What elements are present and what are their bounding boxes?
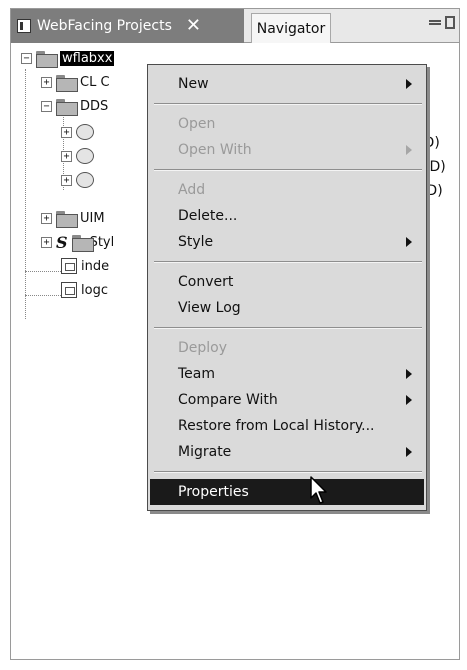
view-controls [429, 16, 455, 29]
menu-separator [154, 169, 422, 171]
menu-item-label: Style [178, 234, 214, 250]
menu-item-properties[interactable]: Properties [150, 479, 424, 505]
menu-item-delete[interactable]: Delete... [150, 203, 424, 229]
view-icon [17, 19, 31, 33]
minimize-icon[interactable] [429, 20, 441, 25]
expand-icon[interactable]: + [61, 126, 72, 138]
tree-item[interactable]: − DDS [41, 95, 108, 117]
tab-webfacing-projects[interactable]: WebFacing Projects ✕ [11, 9, 244, 43]
tree-item-label: logc [81, 282, 108, 298]
project-label: wflabxx [60, 50, 115, 66]
submenu-arrow-icon [406, 395, 412, 405]
menu-item-label: Add [178, 182, 206, 198]
style-icon: S [56, 232, 68, 252]
collapse-icon[interactable]: − [41, 100, 52, 112]
view-tab-bar: WebFacing Projects ✕ Navigator [11, 9, 459, 43]
expand-icon[interactable]: + [41, 212, 52, 224]
folder-icon [56, 74, 78, 92]
collapse-icon[interactable]: − [21, 52, 32, 64]
tree-item[interactable]: + UIM [41, 207, 105, 229]
member-icon [76, 148, 94, 164]
tree-item-label: CL C [80, 74, 110, 90]
menu-item-label: Open [178, 116, 216, 132]
menu-item-label: New [178, 76, 209, 92]
webfacing-projects-view: WebFacing Projects ✕ Navigator − wflabxx… [10, 8, 460, 660]
menu-item-view-log[interactable]: View Log [150, 295, 424, 321]
expand-icon[interactable]: + [41, 236, 52, 248]
menu-item-label: View Log [178, 300, 241, 316]
submenu-arrow-icon [406, 237, 412, 247]
tree-item[interactable]: + CL C [41, 71, 110, 93]
menu-separator [154, 471, 422, 473]
file-icon [61, 258, 77, 274]
tree-item-project[interactable]: − wflabxx [21, 47, 115, 69]
tree-item[interactable]: logc [61, 279, 108, 301]
expand-icon[interactable]: + [41, 76, 52, 88]
tree-connector [25, 69, 26, 319]
tree-item[interactable]: + [61, 169, 94, 191]
folder-icon [71, 234, 94, 252]
menu-item-restore-from-local-history[interactable]: Restore from Local History... [150, 413, 424, 439]
menu-item-label: Compare With [178, 392, 278, 408]
tree-item[interactable]: + [61, 121, 94, 143]
menu-item-label: Team [178, 366, 216, 382]
menu-item-label: Deploy [178, 340, 228, 356]
expand-icon[interactable]: + [61, 174, 72, 186]
submenu-arrow-icon [406, 447, 412, 457]
tree-connector [25, 271, 61, 272]
menu-item-open-with[interactable]: Open With [150, 137, 424, 163]
submenu-arrow-icon [406, 145, 412, 155]
tree-item-label: DDS [80, 98, 109, 114]
tree-item[interactable]: inde [61, 255, 109, 277]
close-icon[interactable]: ✕ [186, 17, 201, 35]
menu-item-style[interactable]: Style [150, 229, 424, 255]
mouse-pointer-icon [310, 476, 327, 504]
menu-item-label: Delete... [178, 208, 238, 224]
folder-icon [56, 98, 78, 116]
menu-item-compare-with[interactable]: Compare With [150, 387, 424, 413]
menu-item-label: Open With [178, 142, 252, 158]
menu-item-convert[interactable]: Convert [150, 269, 424, 295]
expand-icon[interactable]: + [61, 150, 72, 162]
menu-item-team[interactable]: Team [150, 361, 424, 387]
tree-item-label: UIM [80, 210, 105, 226]
member-icon [76, 172, 94, 188]
menu-item-label: Migrate [178, 444, 232, 460]
context-menu: New Open Open With Add Delete... Style C… [147, 64, 427, 511]
menu-separator [154, 327, 422, 329]
menu-item-label: Convert [178, 274, 234, 290]
tree-item[interactable]: + [61, 145, 94, 167]
menu-item-migrate[interactable]: Migrate [150, 439, 424, 465]
menu-item-add[interactable]: Add [150, 177, 424, 203]
tab-navigator[interactable]: Navigator [251, 13, 331, 43]
tab-label: WebFacing Projects [37, 18, 172, 34]
project-folder-icon [36, 50, 58, 68]
menu-item-deploy[interactable]: Deploy [150, 335, 424, 361]
file-icon [61, 282, 77, 298]
maximize-icon[interactable] [445, 16, 455, 29]
submenu-arrow-icon [406, 369, 412, 379]
menu-separator [154, 103, 422, 105]
submenu-arrow-icon [406, 79, 412, 89]
menu-item-label: Properties [178, 484, 249, 500]
menu-item-new[interactable]: New [150, 71, 424, 97]
help-folder-icon [56, 210, 78, 228]
menu-item-open[interactable]: Open [150, 111, 424, 137]
member-icon [76, 124, 94, 140]
menu-separator [154, 261, 422, 263]
tree-connector [25, 295, 61, 296]
menu-item-label: Restore from Local History... [178, 418, 375, 434]
tree-item[interactable]: + S Styl [41, 231, 114, 253]
tree-item-label: inde [81, 258, 110, 274]
